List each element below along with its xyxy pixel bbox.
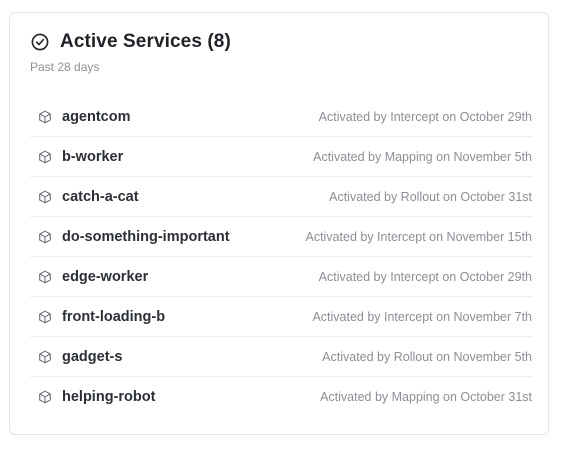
box-icon bbox=[38, 230, 52, 244]
service-row[interactable]: agentcom Activated by Intercept on Octob… bbox=[30, 97, 532, 137]
service-name: b-worker bbox=[62, 148, 124, 165]
service-activation: Activated by Intercept on November 15th bbox=[305, 229, 532, 244]
service-row[interactable]: gadget-s Activated by Rollout on Novembe… bbox=[30, 337, 532, 377]
service-row-left: do-something-important bbox=[30, 229, 230, 245]
service-name: front-loading-b bbox=[62, 308, 166, 325]
service-row[interactable]: helping-robot Activated by Mapping on Oc… bbox=[30, 377, 532, 417]
service-name: catch-a-cat bbox=[62, 188, 139, 205]
service-row[interactable]: do-something-important Activated by Inte… bbox=[30, 217, 532, 257]
services-list: agentcom Activated by Intercept on Octob… bbox=[30, 97, 532, 417]
box-icon bbox=[38, 310, 52, 324]
service-row-left: gadget-s bbox=[30, 349, 122, 365]
service-row-left: edge-worker bbox=[30, 269, 148, 285]
check-circle-icon bbox=[31, 33, 49, 51]
card-subtitle: Past 28 days bbox=[30, 60, 100, 74]
service-name: agentcom bbox=[62, 108, 131, 125]
box-icon bbox=[38, 350, 52, 364]
service-activation: Activated by Rollout on October 31st bbox=[329, 189, 532, 204]
service-row[interactable]: edge-worker Activated by Intercept on Oc… bbox=[30, 257, 532, 297]
box-icon bbox=[38, 390, 52, 404]
service-row-left: b-worker bbox=[30, 149, 123, 165]
service-name: do-something-important bbox=[62, 228, 230, 245]
service-activation: Activated by Mapping on October 31st bbox=[320, 390, 532, 404]
service-row-left: agentcom bbox=[30, 109, 131, 125]
box-icon bbox=[38, 150, 52, 164]
service-activation: Activated by Intercept on October 29th bbox=[318, 269, 532, 284]
service-name: edge-worker bbox=[62, 268, 149, 285]
service-activation: Activated by Mapping on November 5th bbox=[313, 149, 532, 164]
card-title: Active Services (8) bbox=[60, 31, 231, 52]
service-row-left: front-loading-b bbox=[30, 309, 165, 325]
service-name: helping-robot bbox=[62, 389, 156, 405]
service-row[interactable]: front-loading-b Activated by Intercept o… bbox=[30, 297, 532, 337]
box-icon bbox=[38, 110, 52, 124]
service-row-left: catch-a-cat bbox=[30, 189, 139, 205]
service-activation: Activated by Rollout on November 5th bbox=[322, 349, 532, 364]
box-icon bbox=[38, 190, 52, 204]
active-services-card: Active Services (8) Past 28 days agentco… bbox=[9, 12, 549, 435]
card-header: Active Services (8) bbox=[31, 31, 231, 53]
service-activation: Activated by Intercept on November 7th bbox=[312, 309, 532, 324]
box-icon bbox=[38, 270, 52, 284]
service-row[interactable]: catch-a-cat Activated by Rollout on Octo… bbox=[30, 177, 532, 217]
service-row-left: helping-robot bbox=[30, 389, 155, 405]
service-activation: Activated by Intercept on October 29th bbox=[318, 109, 532, 124]
service-name: gadget-s bbox=[62, 348, 123, 365]
service-row[interactable]: b-worker Activated by Mapping on Novembe… bbox=[30, 137, 532, 177]
